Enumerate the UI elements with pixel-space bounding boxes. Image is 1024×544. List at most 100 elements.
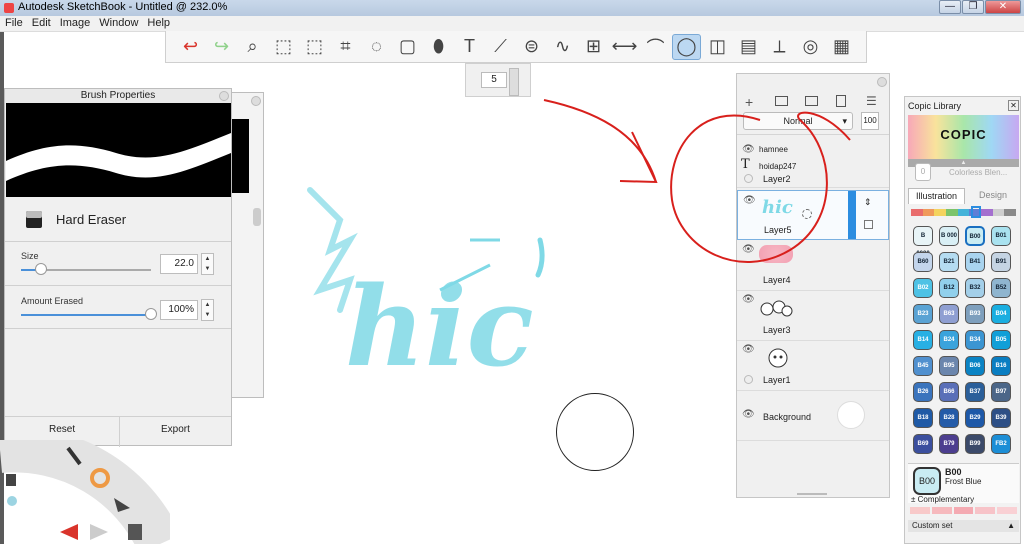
custom-set-header[interactable]: Custom set ▲ xyxy=(908,520,1019,532)
copic-swatch[interactable]: B04 xyxy=(991,304,1011,324)
menu-edit[interactable]: Edit xyxy=(27,16,55,29)
text-icon[interactable]: T xyxy=(455,34,484,60)
opacity-field[interactable]: 100 xyxy=(861,112,879,130)
amount-erased-slider[interactable] xyxy=(21,314,151,316)
zoom-icon[interactable]: ⌕ xyxy=(238,34,267,60)
brush-size-value[interactable]: 5 xyxy=(481,72,507,88)
copic-swatch[interactable]: B16 xyxy=(991,356,1011,376)
brush-size-puck[interactable]: 5 xyxy=(465,63,531,97)
canvas-artwork[interactable]: hic xyxy=(290,180,560,400)
copic-swatch[interactable]: B52 xyxy=(991,278,1011,298)
swatches-icon[interactable]: ▦ xyxy=(827,34,856,60)
color-family-swatch[interactable] xyxy=(911,209,923,216)
minimize-button[interactable]: — xyxy=(939,0,961,14)
copic-swatch[interactable]: B21 xyxy=(939,252,959,272)
copic-swatch[interactable]: B05 xyxy=(991,330,1011,350)
copic-swatch[interactable]: B39 xyxy=(991,408,1011,428)
color-wheel-icon[interactable]: ◎ xyxy=(796,34,825,60)
visibility-eye-icon[interactable]: 👁 xyxy=(742,144,755,155)
color-family-strip[interactable] xyxy=(911,209,1017,216)
copic-swatch[interactable]: B 000 xyxy=(939,226,959,246)
crop-icon[interactable]: ⌗ xyxy=(331,34,360,60)
color-family-swatch[interactable] xyxy=(1004,209,1017,216)
copic-swatch[interactable]: B01 xyxy=(991,226,1011,246)
copic-swatch[interactable]: B29 xyxy=(965,408,985,428)
close-icon[interactable]: ✕ xyxy=(1008,100,1019,111)
size-field[interactable]: 22.0 xyxy=(160,254,198,274)
visibility-eye-icon[interactable]: 👁 xyxy=(742,344,755,355)
layer-row-layer4[interactable]: 👁 Layer4 xyxy=(737,241,889,291)
layer-row-layer3[interactable]: 👁 Layer3 xyxy=(737,291,889,341)
panel-close-icon[interactable] xyxy=(251,96,261,106)
redo-icon[interactable]: ↪ xyxy=(207,34,236,60)
copic-swatch[interactable]: B00 xyxy=(965,226,985,246)
visibility-eye-icon[interactable]: 👁 xyxy=(742,409,755,420)
layer-properties-icon[interactable] xyxy=(864,220,873,229)
select-icon[interactable]: ⬚ xyxy=(269,34,298,60)
menu-help[interactable]: Help xyxy=(142,16,174,29)
menu-window[interactable]: Window xyxy=(94,16,142,29)
copic-swatch[interactable]: B93 xyxy=(965,304,985,324)
color-family-swatch[interactable] xyxy=(992,209,1005,216)
menu-file[interactable]: File xyxy=(0,16,27,29)
size-slider-handle[interactable] xyxy=(34,263,47,275)
color-family-swatch[interactable] xyxy=(957,209,970,216)
ellipse-guide-icon[interactable]: ⊜ xyxy=(517,34,546,60)
maximize-button[interactable]: ❐ xyxy=(962,0,984,14)
shapes-icon[interactable]: ◫ xyxy=(703,34,732,60)
copic-swatch[interactable]: B28 xyxy=(939,408,959,428)
export-button[interactable]: Export xyxy=(161,424,190,435)
copic-swatch[interactable]: B99 xyxy=(965,434,985,454)
amount-erased-field[interactable]: 100% xyxy=(160,300,198,320)
layer-row-layer5[interactable]: 👁 hic Layer5 ⇕ xyxy=(737,190,889,240)
copic-swatch[interactable]: B32 xyxy=(965,278,985,298)
amount-erased-slider-handle[interactable] xyxy=(145,308,157,320)
copic-swatch[interactable]: B91 xyxy=(991,252,1011,272)
copic-swatch[interactable]: B45 xyxy=(913,356,933,376)
copic-swatch[interactable]: B26 xyxy=(913,382,933,402)
copic-swatch[interactable]: B34 xyxy=(965,330,985,350)
copic-swatch[interactable]: FB2 xyxy=(991,434,1011,454)
copic-swatch[interactable]: B24 xyxy=(939,330,959,350)
color-family-swatch[interactable] xyxy=(981,209,993,216)
copic-swatch[interactable]: B37 xyxy=(965,382,985,402)
tab-illustration[interactable]: Illustration xyxy=(908,188,965,204)
copic-swatch[interactable]: B60 xyxy=(913,252,933,272)
menu-image[interactable]: Image xyxy=(55,16,95,29)
perspective-icon[interactable]: ⊞ xyxy=(579,34,608,60)
complementary-label[interactable]: ± Complementary xyxy=(911,495,974,504)
color-family-swatch[interactable] xyxy=(934,209,947,216)
layer-row-layer1[interactable]: 👁 Layer1 xyxy=(737,341,889,391)
merge-icon[interactable] xyxy=(836,95,846,107)
symmetry-icon[interactable]: ⟷ xyxy=(610,34,639,60)
background-color-swatch[interactable] xyxy=(837,401,865,429)
copic-swatch[interactable]: B79 xyxy=(939,434,959,454)
brush-palette-icon[interactable]: ⟂ xyxy=(765,34,794,60)
close-button[interactable]: ✕ xyxy=(985,0,1021,14)
layer-menu-icon[interactable]: ☰ xyxy=(866,94,877,108)
brush-shape-icon[interactable]: ◯ xyxy=(672,33,701,60)
copic-swatch[interactable]: B02 xyxy=(913,278,933,298)
undo-icon[interactable]: ↩ xyxy=(176,34,205,60)
copy-icon[interactable] xyxy=(128,524,142,540)
lasso-icon[interactable]: ◌ xyxy=(362,34,391,60)
layer-row-background[interactable]: 👁 Background xyxy=(737,391,889,441)
size-stepper[interactable]: ▲ ▼ xyxy=(201,253,214,275)
add-layer-icon[interactable]: + xyxy=(745,94,753,110)
tab-design[interactable]: Design xyxy=(967,188,1019,204)
copic-swatch[interactable]: B95 xyxy=(939,356,959,376)
reset-button[interactable]: Reset xyxy=(49,424,75,435)
layer-row-layer2[interactable]: 👁 hamnee T hoidap247 Layer2 xyxy=(737,136,889,188)
visibility-eye-icon[interactable]: 👁 xyxy=(742,294,755,305)
crop-select-icon[interactable]: ⬚ xyxy=(300,34,329,60)
french-curve-icon[interactable]: ∿ xyxy=(548,34,577,60)
visibility-eye-icon[interactable]: 👁 xyxy=(742,244,755,255)
transform-icon[interactable]: ▢ xyxy=(393,34,422,60)
folder-icon[interactable] xyxy=(775,96,788,106)
selected-swatch[interactable]: B00 xyxy=(913,467,941,495)
lagoon-menu[interactable] xyxy=(0,440,170,544)
layer-lock-toggle[interactable] xyxy=(744,375,753,384)
color-family-swatch[interactable] xyxy=(946,209,958,216)
visibility-eye-icon[interactable]: 👁 xyxy=(743,195,756,206)
copic-swatch[interactable]: B23 xyxy=(913,304,933,324)
